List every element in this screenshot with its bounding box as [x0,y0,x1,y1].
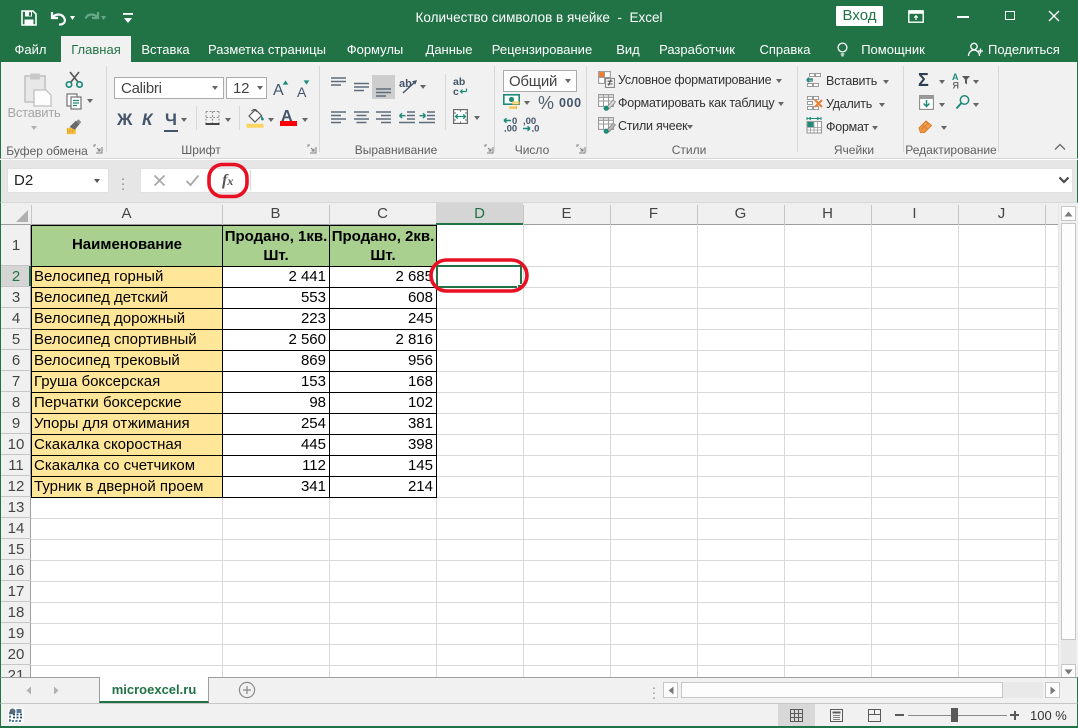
svg-text:c: c [453,86,459,96]
svg-text:,00: ,00 [504,124,517,132]
svg-text:Я: Я [953,81,959,90]
svg-text:ab: ab [399,78,412,90]
svg-text:,0: ,0 [532,124,540,132]
